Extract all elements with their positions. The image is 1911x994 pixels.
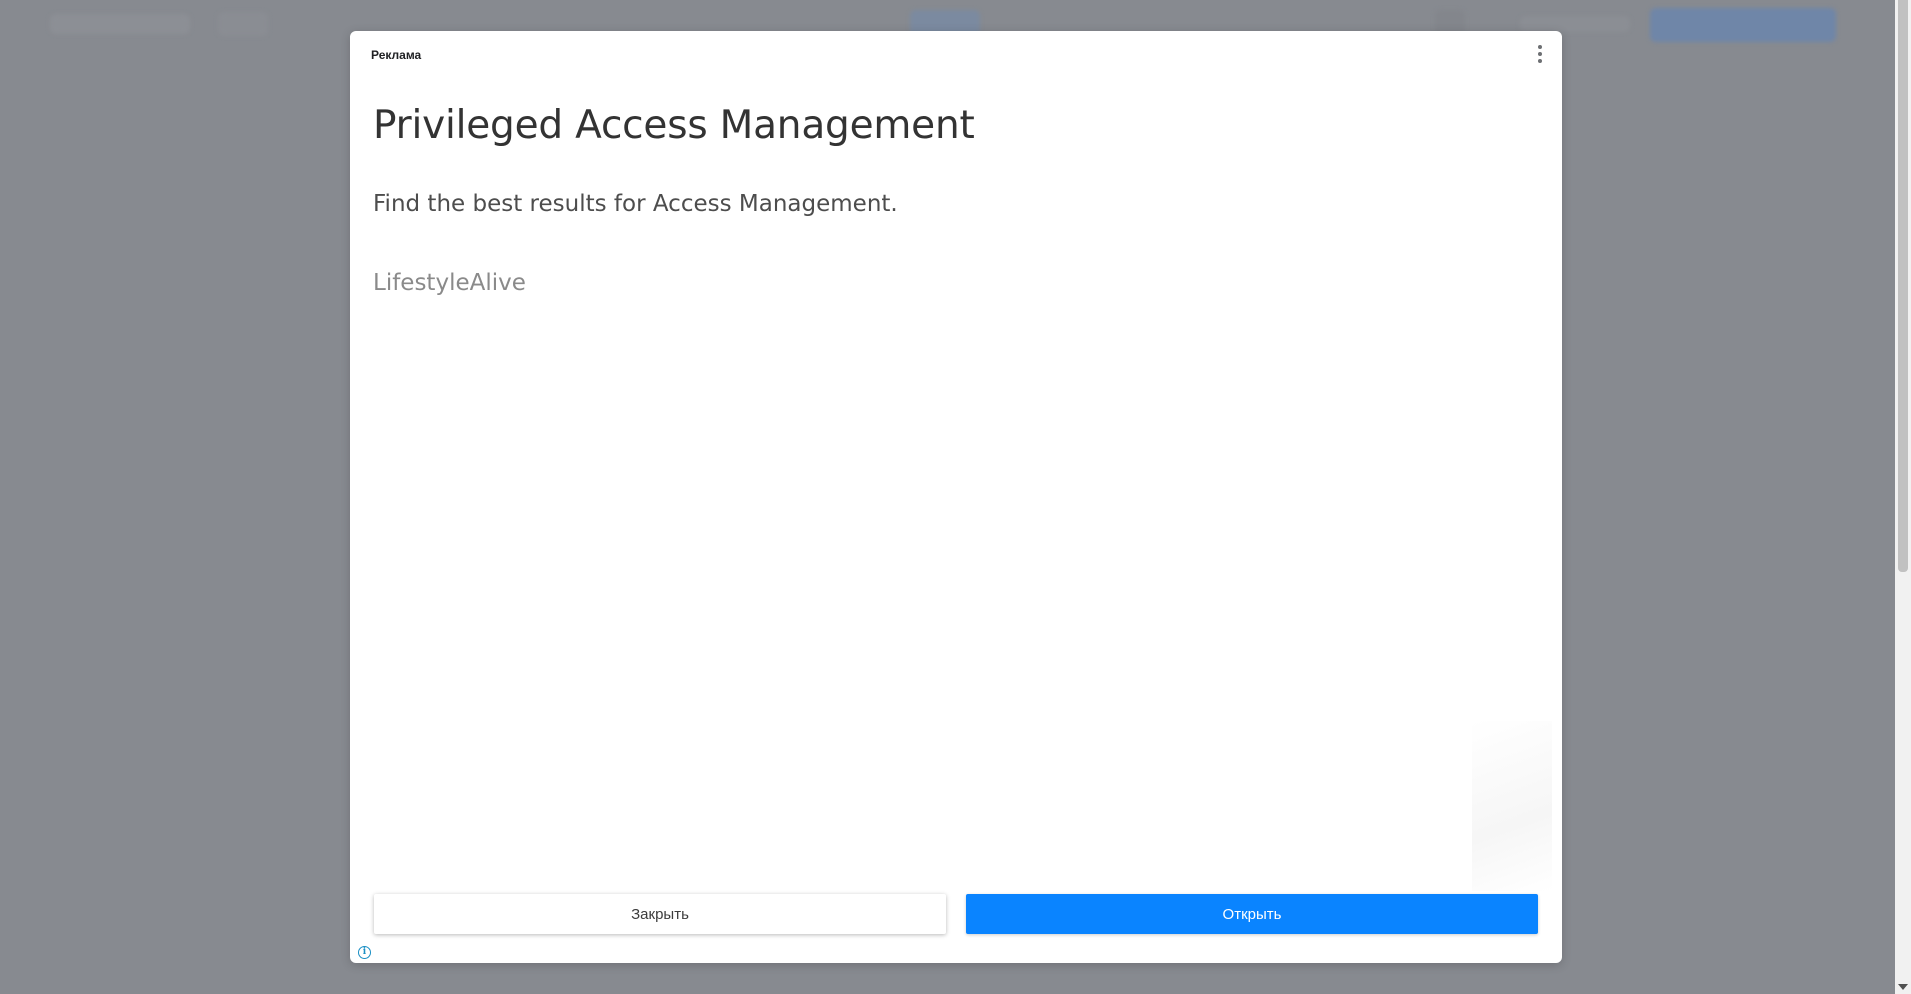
ad-title[interactable]: Privileged Access Management (373, 103, 975, 148)
open-button[interactable]: Открыть (966, 894, 1538, 934)
menu-dot (1538, 59, 1542, 63)
ad-advertiser[interactable]: LifestyleAlive (373, 270, 526, 296)
page-scrollbar[interactable] (1895, 0, 1911, 994)
ad-description[interactable]: Find the best results for Access Managem… (373, 191, 898, 217)
menu-dot (1538, 52, 1542, 56)
background-menu (218, 12, 268, 36)
ad-modal: Реклама Privileged Access Management Fin… (350, 31, 1562, 963)
scroll-down-arrow-icon[interactable] (1898, 984, 1908, 990)
background-cta-button (1650, 8, 1836, 42)
scrollbar-thumb[interactable] (1898, 0, 1908, 572)
ad-info-icon[interactable]: i (358, 946, 371, 959)
menu-dot (1538, 45, 1542, 49)
ad-label: Реклама (371, 48, 422, 62)
more-options-icon[interactable] (1534, 44, 1546, 64)
ad-faint-graphic (1472, 721, 1552, 891)
background-link (1520, 16, 1630, 32)
close-button[interactable]: Закрыть (374, 894, 946, 934)
background-logo (50, 14, 190, 34)
